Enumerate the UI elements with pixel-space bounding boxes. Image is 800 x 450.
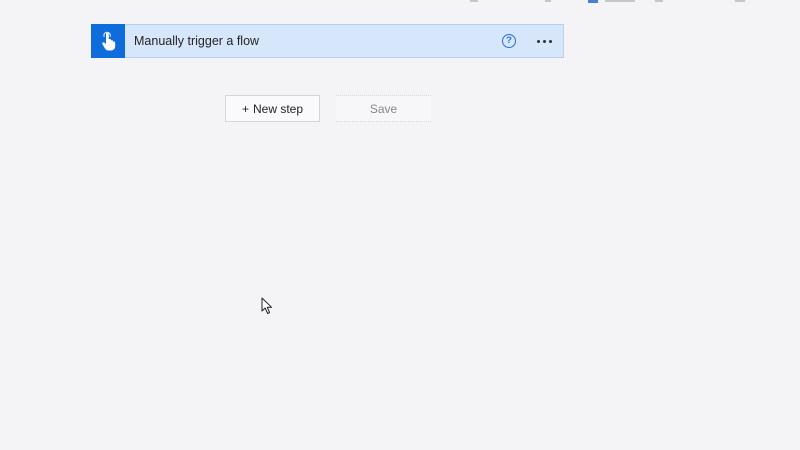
save-button[interactable]: Save	[336, 95, 431, 122]
toolbar-item	[655, 0, 663, 2]
new-step-button[interactable]: + New step	[225, 95, 320, 122]
toolbar-item	[605, 0, 635, 2]
toolbar-item-active	[588, 0, 598, 3]
ellipsis-icon[interactable]	[535, 34, 554, 48]
toolbar-item	[545, 0, 551, 2]
toolbar-item	[470, 0, 478, 2]
top-toolbar-remnant	[0, 0, 800, 6]
flow-designer-canvas: Manually trigger a flow ? + New step Sav…	[0, 0, 800, 450]
save-label: Save	[369, 101, 398, 116]
hand-pointer-icon	[91, 23, 125, 58]
question-circle-icon[interactable]: ?	[502, 34, 516, 48]
mouse-pointer-icon	[261, 297, 273, 314]
new-step-label: New step	[252, 101, 304, 116]
trigger-title: Manually trigger a flow	[134, 34, 260, 48]
plus-icon: +	[241, 101, 249, 116]
trigger-card[interactable]: Manually trigger a flow ?	[91, 23, 564, 58]
toolbar-item	[735, 0, 745, 2]
